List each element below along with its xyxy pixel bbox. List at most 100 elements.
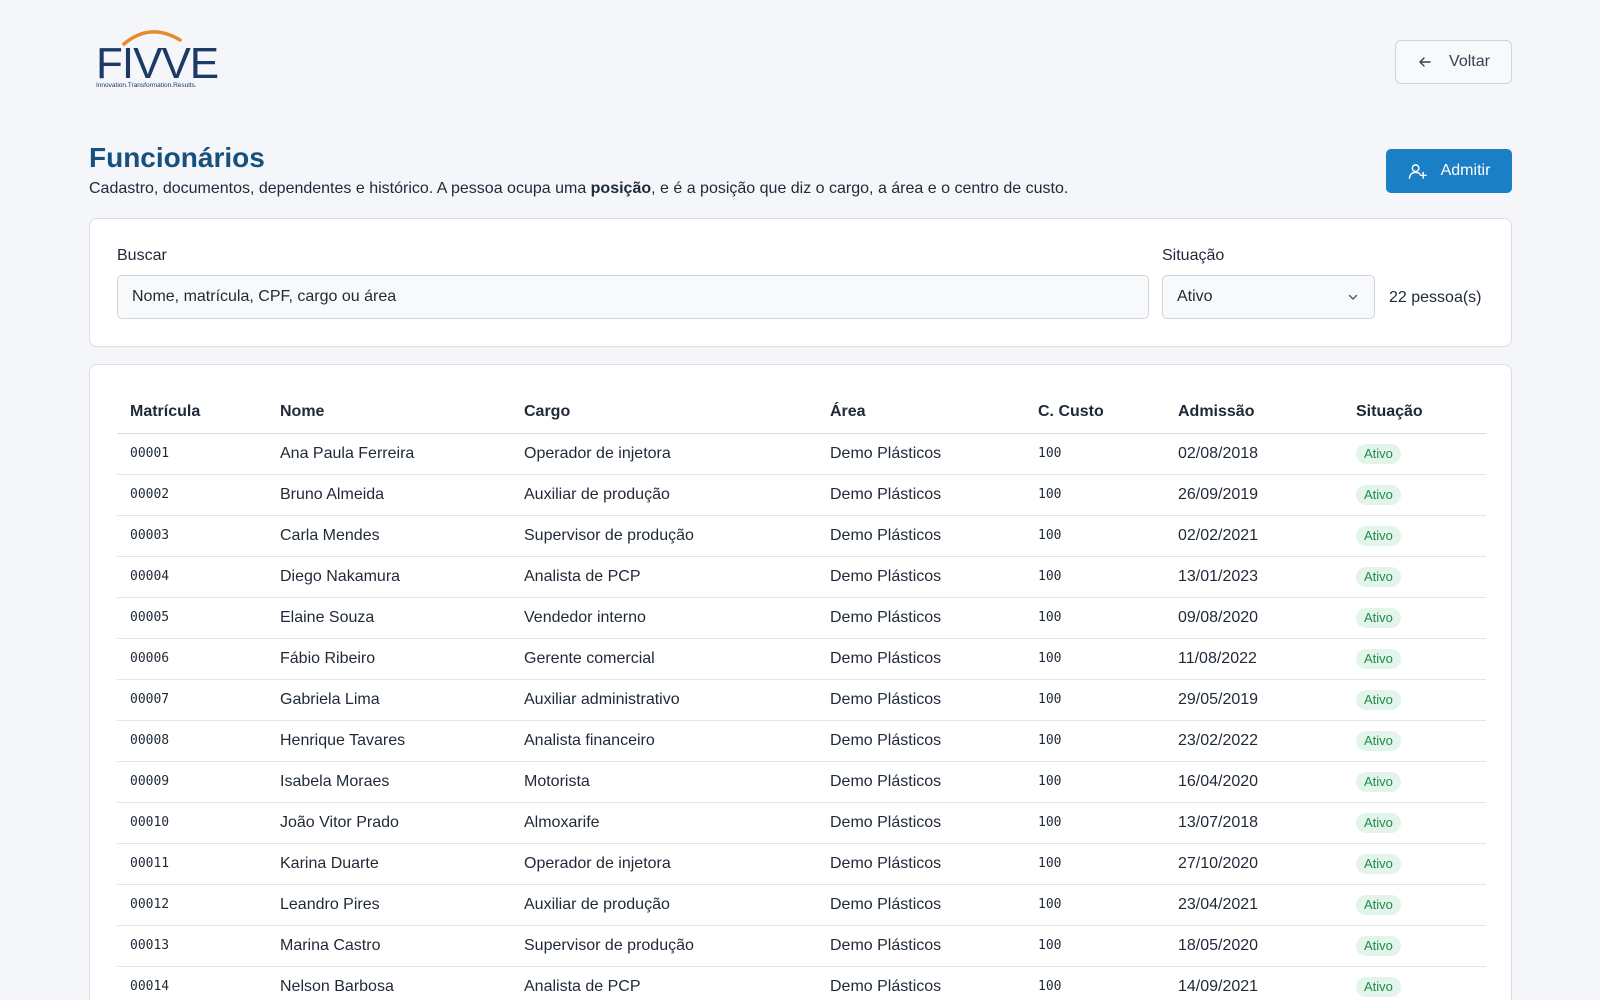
cell-situacao: Ativo [1343, 884, 1486, 926]
cell-area: Demo Plásticos [817, 761, 1025, 803]
cell-c-custo: 100 [1025, 597, 1165, 639]
status-badge: Ativo [1356, 853, 1401, 874]
cell-c-custo: 100 [1025, 433, 1165, 475]
cell-cargo: Analista de PCP [511, 966, 817, 1000]
arrow-left-icon [1419, 57, 1431, 67]
cell-area: Demo Plásticos [817, 679, 1025, 721]
table-row[interactable]: 00011 Karina Duarte Operador de injetora De… [117, 843, 1486, 885]
cell-cargo: Operador de injetora [511, 843, 817, 885]
status-select[interactable]: Ativo [1162, 275, 1375, 319]
cell-cargo: Analista financeiro [511, 720, 817, 762]
table-row[interactable]: 00012 Leandro Pires Auxiliar de produção De… [117, 884, 1486, 926]
column-admissao-header[interactable]: Admissão [1165, 391, 1343, 434]
cell-nome: Ana Paula Ferreira [267, 433, 511, 475]
cell-area: Demo Plásticos [817, 720, 1025, 762]
table-row[interactable]: 00008 Henrique Tavares Analista financeiro… [117, 720, 1486, 762]
table-row[interactable]: 00009 Isabela Moraes Motorista Demo Plástic… [117, 761, 1486, 803]
cell-area: Demo Plásticos [817, 556, 1025, 598]
column-cargo-header[interactable]: Cargo [511, 391, 817, 434]
cell-c-custo: 100 [1025, 515, 1165, 557]
table-row[interactable]: 00010 João Vitor Prado Almoxarife Demo Plás… [117, 802, 1486, 844]
cell-matricula: 00009 [117, 761, 267, 803]
user-plus-icon [1408, 163, 1427, 179]
column-area-header[interactable]: Área [817, 391, 1025, 434]
cell-situacao: Ativo [1343, 843, 1486, 885]
cell-situacao: Ativo [1343, 761, 1486, 803]
back-button[interactable]: Voltar [1395, 40, 1512, 84]
cell-nome: Elaine Souza [267, 597, 511, 639]
cell-cargo: Supervisor de produção [511, 925, 817, 967]
cell-matricula: 00007 [117, 679, 267, 721]
subtitle-text-end: , e é a posição que diz o cargo, a área … [651, 180, 1069, 197]
cell-admissao: 26/09/2019 [1165, 474, 1343, 516]
cell-c-custo: 100 [1025, 802, 1165, 844]
cell-admissao: 13/07/2018 [1165, 802, 1343, 844]
cell-cargo: Analista de PCP [511, 556, 817, 598]
cell-matricula: 00004 [117, 556, 267, 598]
status-badge: Ativo [1356, 566, 1401, 587]
cell-c-custo: 100 [1025, 884, 1165, 926]
cell-situacao: Ativo [1343, 433, 1486, 475]
status-badge: Ativo [1356, 935, 1401, 956]
status-badge: Ativo [1356, 607, 1401, 628]
page-title: Funcionários [89, 142, 265, 173]
admit-button[interactable]: Admitir [1386, 149, 1512, 193]
status-badge: Ativo [1356, 525, 1401, 546]
cell-area: Demo Plásticos [817, 597, 1025, 639]
status-badge: Ativo [1356, 443, 1401, 464]
column-nome-header[interactable]: Nome [267, 391, 511, 434]
cell-area: Demo Plásticos [817, 802, 1025, 844]
logo-text: FIVVE [96, 39, 219, 88]
cell-matricula: 00012 [117, 884, 267, 926]
cell-matricula: 00010 [117, 802, 267, 844]
cell-nome: Diego Nakamura [267, 556, 511, 598]
back-button-label: Voltar [1449, 53, 1490, 70]
cell-area: Demo Plásticos [817, 433, 1025, 475]
table-row[interactable]: 00003 Carla Mendes Supervisor de produção D… [117, 515, 1486, 557]
brand-logo: FIVVE Innovation.Transformation.Results. [96, 26, 219, 90]
cell-admissao: 18/05/2020 [1165, 925, 1343, 967]
cell-situacao: Ativo [1343, 638, 1486, 680]
table-row[interactable]: 00004 Diego Nakamura Analista de PCP Demo P… [117, 556, 1486, 598]
table-header-row: Matrícula Nome Cargo Área C. Custo Admissão Si… [117, 391, 1486, 434]
cell-nome: Leandro Pires [267, 884, 511, 926]
chevron-down-icon [1348, 294, 1358, 300]
cell-admissao: 23/02/2022 [1165, 720, 1343, 762]
search-input[interactable] [117, 275, 1149, 319]
table-row[interactable]: 00014 Nelson Barbosa Analista de PCP Demo P… [117, 966, 1486, 1000]
table-row[interactable]: 00007 Gabriela Lima Auxiliar administrativ… [117, 679, 1486, 721]
cell-situacao: Ativo [1343, 966, 1486, 1000]
status-badge: Ativo [1356, 894, 1401, 915]
cell-admissao: 09/08/2020 [1165, 597, 1343, 639]
cell-c-custo: 100 [1025, 638, 1165, 680]
cell-situacao: Ativo [1343, 679, 1486, 721]
column-situacao-header[interactable]: Situação [1343, 391, 1486, 434]
cell-admissao: 27/10/2020 [1165, 843, 1343, 885]
column-c-custo-header[interactable]: C. Custo [1025, 391, 1165, 434]
cell-matricula: 00008 [117, 720, 267, 762]
cell-cargo: Supervisor de produção [511, 515, 817, 557]
search-label: Buscar [117, 247, 167, 264]
cell-area: Demo Plásticos [817, 515, 1025, 557]
column-matricula-header[interactable]: Matrícula [117, 391, 267, 434]
logo-tagline: Innovation.Transformation.Results. [96, 82, 197, 89]
cell-admissao: 02/08/2018 [1165, 433, 1343, 475]
cell-c-custo: 100 [1025, 720, 1165, 762]
subtitle-bold: posição [590, 180, 652, 197]
cell-c-custo: 100 [1025, 925, 1165, 967]
cell-c-custo: 100 [1025, 679, 1165, 721]
table-row[interactable]: 00005 Elaine Souza Vendedor interno Demo Pl… [117, 597, 1486, 639]
cell-situacao: Ativo [1343, 802, 1486, 844]
cell-c-custo: 100 [1025, 556, 1165, 598]
cell-nome: Fábio Ribeiro [267, 638, 511, 680]
cell-situacao: Ativo [1343, 515, 1486, 557]
cell-cargo: Operador de injetora [511, 433, 817, 475]
cell-nome: João Vitor Prado [267, 802, 511, 844]
table-row[interactable]: 00013 Marina Castro Supervisor de produção… [117, 925, 1486, 967]
table-row[interactable]: 00006 Fábio Ribeiro Gerente comercial Demo … [117, 638, 1486, 680]
table-row[interactable]: 00001 Ana Paula Ferreira Operador de injet… [117, 433, 1486, 475]
cell-c-custo: 100 [1025, 474, 1165, 516]
table-row[interactable]: 00002 Bruno Almeida Auxiliar de produção De… [117, 474, 1486, 516]
cell-admissao: 29/05/2019 [1165, 679, 1343, 721]
cell-matricula: 00006 [117, 638, 267, 680]
